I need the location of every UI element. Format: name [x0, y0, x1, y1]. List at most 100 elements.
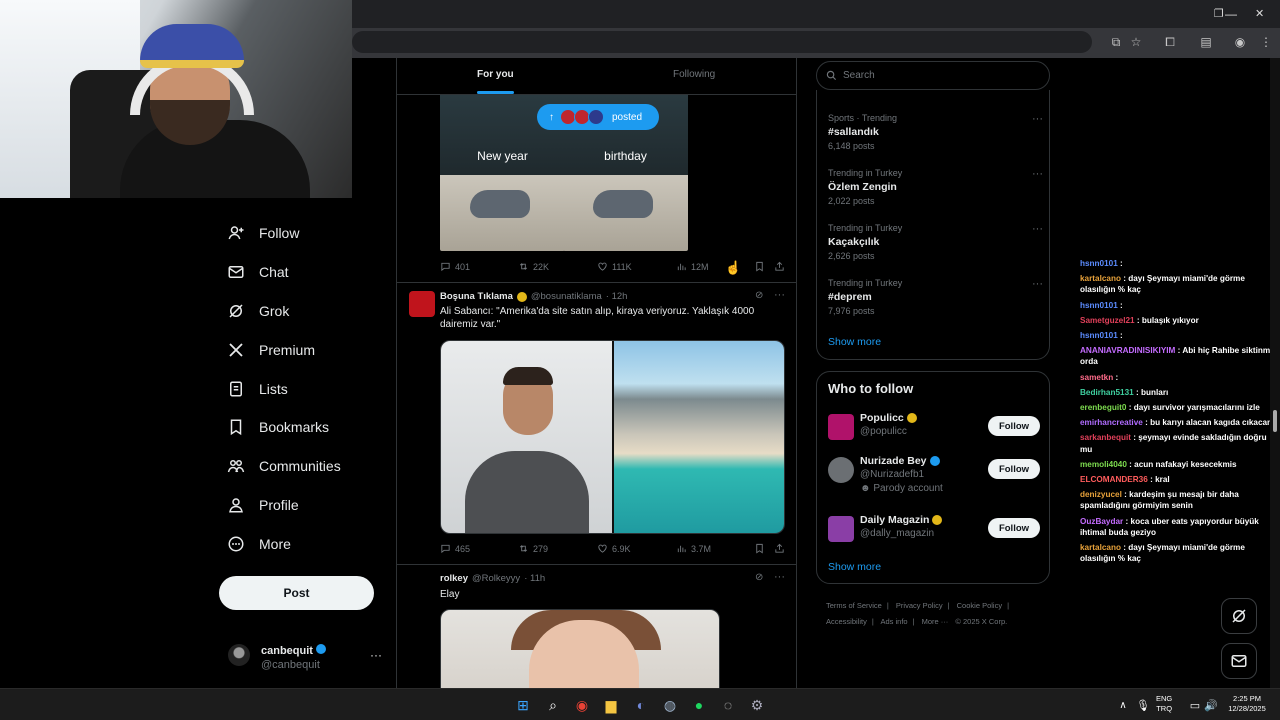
chat-username[interactable]: denizyucel: [1080, 490, 1122, 499]
like-button[interactable]: 111K: [597, 261, 632, 272]
like-button[interactable]: 6.9K: [597, 543, 631, 554]
grok-icon[interactable]: ⊘: [755, 290, 763, 301]
more-icon[interactable]: ···: [1032, 223, 1043, 235]
avatar[interactable]: [409, 291, 435, 317]
post-button[interactable]: Post: [219, 576, 374, 610]
chat-username[interactable]: memoli4040: [1080, 460, 1127, 469]
follow-suggestion[interactable]: Daily Magazin @dally_magazin Follow: [828, 514, 1040, 558]
follow-button[interactable]: Follow: [988, 416, 1040, 436]
side-panel-icon[interactable]: ▤: [1196, 33, 1216, 51]
repost-button[interactable]: 22K: [518, 261, 549, 272]
nav-premium[interactable]: Premium: [227, 335, 315, 365]
views-button[interactable]: 12M: [676, 261, 709, 272]
privacy-link[interactable]: Privacy Policy: [896, 601, 943, 610]
more-icon[interactable]: ···: [774, 571, 785, 583]
discord-icon[interactable]: ◐: [630, 694, 652, 716]
trend-item[interactable]: Trending in Turkey #deprem 7,976 posts ·…: [828, 278, 1043, 322]
reply-button[interactable]: 401: [440, 261, 470, 272]
grok-icon[interactable]: ⊘: [755, 572, 763, 583]
tweet3-image[interactable]: [440, 609, 720, 688]
tweet3-handle[interactable]: @Rolkeyyy: [472, 573, 520, 584]
repost-button[interactable]: 279: [518, 543, 548, 554]
chat-username[interactable]: sametkn: [1080, 373, 1113, 382]
spotify-icon[interactable]: ●: [688, 694, 710, 716]
nav-bookmarks[interactable]: Bookmarks: [227, 412, 329, 442]
follow-suggestion[interactable]: Populicc @populicc Follow: [828, 412, 1040, 456]
browser-menu-icon[interactable]: ⋮: [1256, 33, 1276, 51]
microphone-icon[interactable]: 🎙: [1132, 694, 1154, 716]
more-icon[interactable]: ···: [1032, 113, 1043, 125]
chat-username[interactable]: hsnn0101: [1080, 331, 1118, 340]
nav-grok[interactable]: Grok: [227, 296, 289, 326]
nav-communities[interactable]: Communities: [227, 451, 341, 481]
settings-gear-icon[interactable]: ⚙: [746, 694, 768, 716]
search-input[interactable]: Search: [816, 61, 1050, 90]
bookmark-button[interactable]: [754, 261, 765, 272]
nav-profile[interactable]: Profile: [227, 490, 299, 520]
grok-float-button[interactable]: [1221, 598, 1257, 634]
more-icon[interactable]: ···: [774, 289, 785, 301]
chat-username[interactable]: Bedirhan5131: [1080, 388, 1134, 397]
chat-username[interactable]: hsnn0101: [1080, 301, 1118, 310]
tweet3-name[interactable]: rolkey: [440, 573, 468, 584]
extensions-icon[interactable]: ⧠: [1160, 33, 1180, 51]
trend-item[interactable]: Trending in Turkey Kaçakçılık 2,626 post…: [828, 223, 1043, 267]
messages-float-button[interactable]: [1221, 643, 1257, 679]
language-indicator[interactable]: ENG TRQ: [1156, 694, 1172, 714]
cookie-link[interactable]: Cookie Policy: [957, 601, 1002, 610]
search-icon[interactable]: ⌕: [542, 694, 564, 716]
nav-lists[interactable]: Lists: [227, 374, 288, 404]
volume-icon[interactable]: 🔊: [1200, 694, 1222, 716]
accessibility-link[interactable]: Accessibility: [826, 617, 867, 626]
chat-username[interactable]: ELCOMANDER36: [1080, 475, 1148, 484]
app-icon[interactable]: ◌: [717, 694, 739, 716]
tweet3-time[interactable]: · 11h: [524, 573, 545, 584]
chat-username[interactable]: hsnn0101: [1080, 259, 1118, 268]
follow-button[interactable]: Follow: [988, 518, 1040, 538]
trends-show-more-link[interactable]: Show more: [828, 336, 881, 348]
chat-username[interactable]: sarkanbequit: [1080, 433, 1131, 442]
share-button[interactable]: [774, 261, 785, 272]
views-button[interactable]: 3.7M: [676, 543, 711, 554]
page-scrollbar[interactable]: [1270, 58, 1280, 688]
address-bar[interactable]: [352, 31, 1092, 53]
follow-button[interactable]: Follow: [988, 459, 1040, 479]
tab-for-you[interactable]: For you: [477, 69, 514, 80]
follow-suggestion[interactable]: Nurizade Bey @Nurizadefb1 ☻ Parody accou…: [828, 455, 1040, 499]
chat-username[interactable]: ANANIAVRADINISIKIYIM: [1080, 346, 1175, 355]
chevron-up-icon[interactable]: ∧: [1112, 694, 1134, 716]
chat-username[interactable]: kartalcano: [1080, 543, 1121, 552]
terms-link[interactable]: Terms of Service: [826, 601, 882, 610]
bookmark-star-icon[interactable]: ☆: [1126, 33, 1146, 51]
nav-chat[interactable]: Chat: [227, 257, 289, 287]
chat-username[interactable]: Sametguzel21: [1080, 316, 1135, 325]
tweet2-name[interactable]: Boşuna Tıklama: [440, 291, 513, 302]
tweet2-handle[interactable]: @bosunatiklama: [531, 291, 602, 302]
windows-start-icon[interactable]: ⊞: [512, 694, 534, 716]
scrollbar-thumb[interactable]: [1273, 410, 1277, 432]
nav-follow[interactable]: Follow: [227, 218, 299, 248]
nav-more[interactable]: More: [227, 529, 291, 559]
tweet2-image[interactable]: [440, 340, 785, 534]
chat-username[interactable]: erenbeguit0: [1080, 403, 1126, 412]
chat-username[interactable]: kartalcano: [1080, 274, 1121, 283]
reply-button[interactable]: 465: [440, 543, 470, 554]
tab-following[interactable]: Following: [673, 69, 715, 80]
chrome-icon[interactable]: ◉: [571, 694, 593, 716]
account-switcher[interactable]: canbequit @canbequit ···: [228, 642, 388, 674]
account-menu-icon[interactable]: ···: [370, 648, 382, 662]
ads-info-link[interactable]: Ads info: [880, 617, 907, 626]
who-to-follow-show-more-link[interactable]: Show more: [828, 561, 881, 573]
bookmark-button[interactable]: [754, 543, 765, 554]
restore-icon[interactable]: ❐: [1214, 4, 1224, 24]
more-icon[interactable]: ···: [1032, 278, 1043, 290]
chat-username[interactable]: emirhancreative: [1080, 418, 1143, 427]
profile-icon[interactable]: ◉: [1230, 33, 1250, 51]
close-icon[interactable]: ✕: [1255, 4, 1264, 24]
steam-icon[interactable]: ◍: [659, 694, 681, 716]
file-explorer-icon[interactable]: ▆: [600, 694, 622, 716]
tweet2-time[interactable]: · 12h: [606, 291, 628, 302]
install-app-icon[interactable]: ⧉: [1106, 33, 1126, 51]
new-posts-pill[interactable]: ↑ posted: [537, 104, 659, 130]
chat-username[interactable]: OuzBaydar: [1080, 517, 1123, 526]
